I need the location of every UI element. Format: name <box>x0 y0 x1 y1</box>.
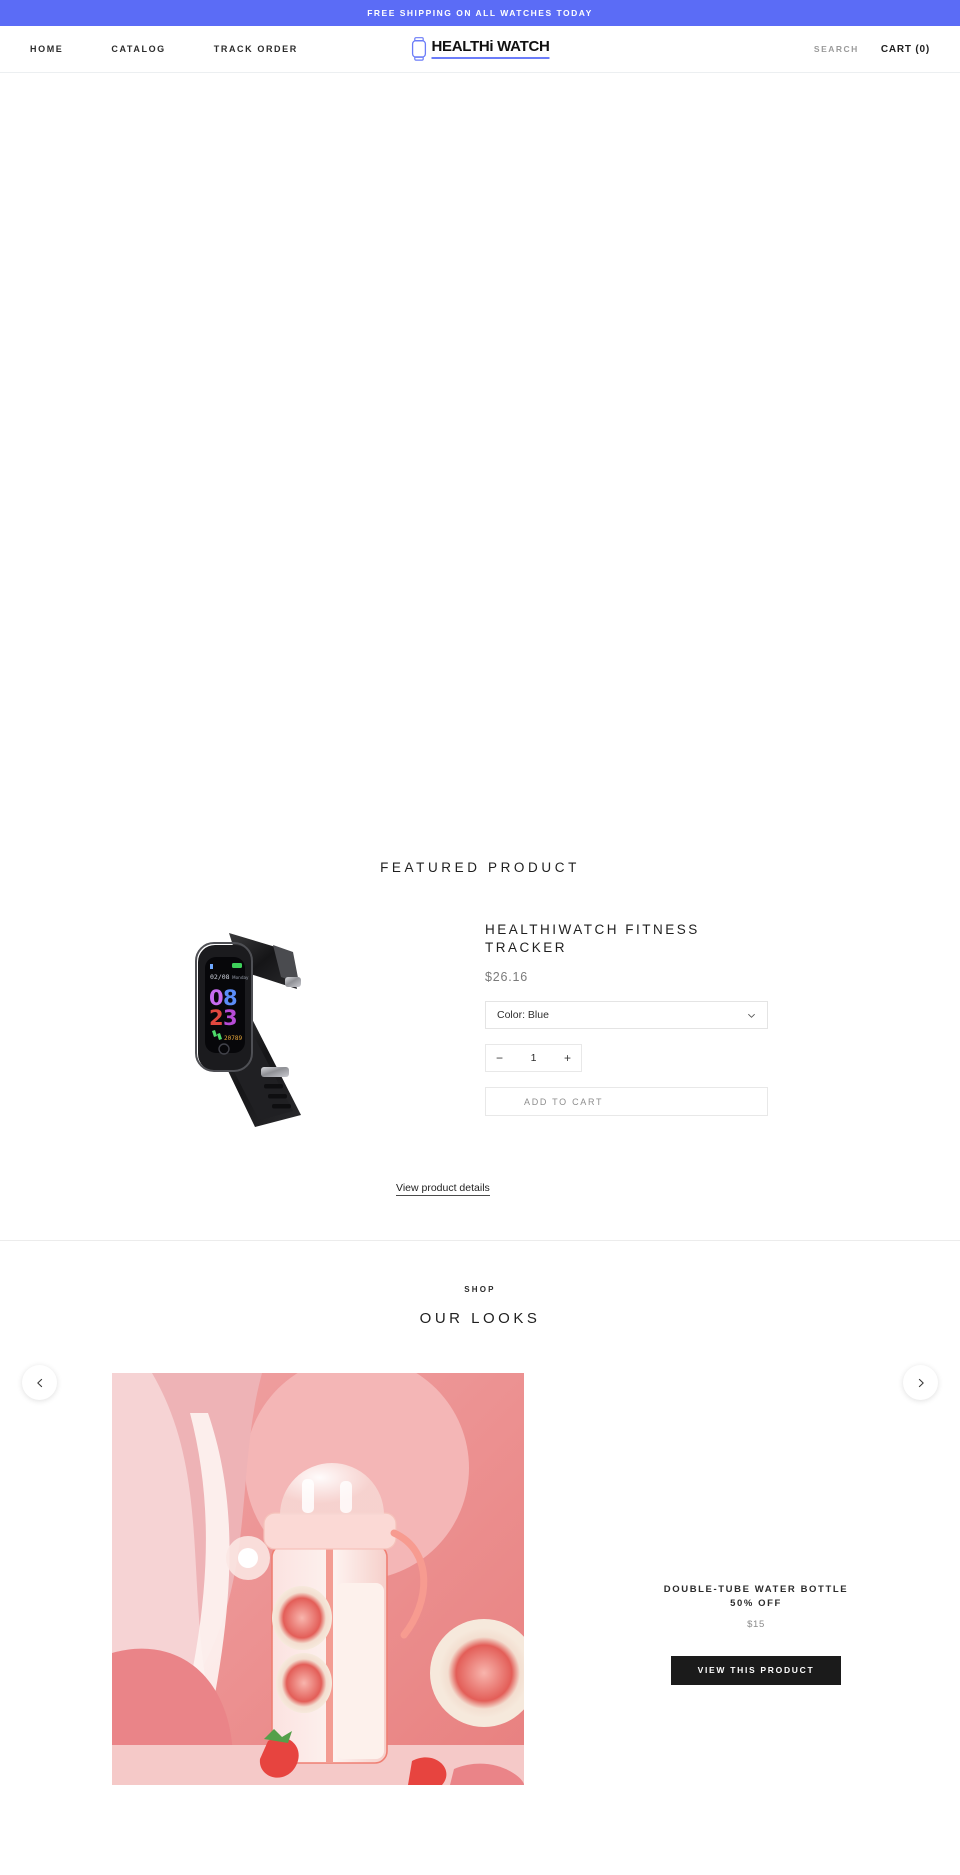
looks-carousel: DOUBLE-TUBE WATER BOTTLE 50% OFF $15 VIE… <box>0 1373 960 1785</box>
carousel-prev-button[interactable] <box>22 1365 57 1400</box>
watch-weekday: Monday <box>232 975 249 980</box>
watch-icon <box>410 37 427 61</box>
watch-date: 02/08 <box>210 973 230 981</box>
quantity-decrease-button[interactable]: − <box>496 1052 503 1064</box>
slide-image[interactable] <box>112 1373 524 1785</box>
site-header: HOME CATALOG TRACK ORDER HEALTHi WATCH S… <box>0 26 960 73</box>
nav-item-home[interactable]: HOME <box>30 44 87 54</box>
featured-product-section: FEATURED PRODUCT 02/08 Monday 0 8 2 3 20… <box>0 850 960 1241</box>
featured-product-info: HEALTHIWATCH FITNESS TRACKER $26.16 Colo… <box>485 921 930 1132</box>
site-logo[interactable]: HEALTHi WATCH <box>410 37 550 61</box>
chevron-down-icon <box>747 1011 756 1020</box>
view-this-product-label: VIEW THIS PRODUCT <box>697 1665 815 1675</box>
variant-select-value: Color: Blue <box>497 1009 549 1022</box>
carousel-next-button[interactable] <box>903 1365 938 1400</box>
header-utilities: SEARCH CART (0) <box>814 44 930 55</box>
watch-minute: 2 <box>209 1006 224 1030</box>
quantity-value[interactable]: 1 <box>531 1052 537 1064</box>
watch-minute2: 3 <box>223 1006 238 1030</box>
featured-section-title: FEATURED PRODUCT <box>380 860 580 875</box>
featured-product-body: 02/08 Monday 0 8 2 3 20789 HEALTHIWATCH … <box>0 921 960 1132</box>
looks-title: OUR LOOKS <box>419 1310 541 1327</box>
primary-navigation: HOME CATALOG TRACK ORDER <box>30 44 322 54</box>
logo-text: HEALTHi WATCH <box>431 38 550 59</box>
slide-product-title: DOUBLE-TUBE WATER BOTTLE 50% OFF <box>663 1584 849 1610</box>
slide-info: DOUBLE-TUBE WATER BOTTLE 50% OFF $15 VIE… <box>524 1373 930 1685</box>
chevron-right-icon <box>916 1378 926 1388</box>
cart-button[interactable]: CART (0) <box>881 44 930 55</box>
view-product-details-link[interactable]: View product details <box>396 1182 490 1196</box>
our-looks-section: SHOP OUR LOOKS DOUBLE-TUBE WATER BOTTLE … <box>0 1241 960 1785</box>
add-to-cart-button[interactable]: ADD TO CART <box>485 1087 768 1117</box>
product-details-link-wrap: View product details <box>0 1178 960 1196</box>
chevron-left-icon <box>35 1378 45 1388</box>
announcement-bar: FREE SHIPPING ON ALL WATCHES TODAY <box>0 0 960 26</box>
quantity-stepper[interactable]: − 1 + <box>485 1044 582 1073</box>
nav-item-catalog[interactable]: CATALOG <box>111 44 189 54</box>
featured-product-image: 02/08 Monday 0 8 2 3 20789 <box>30 921 485 1132</box>
watch-steps: 20789 <box>224 1035 242 1042</box>
product-title: HEALTHIWATCH FITNESS TRACKER <box>485 922 700 955</box>
view-this-product-button[interactable]: VIEW THIS PRODUCT <box>671 1655 841 1685</box>
slide-product-price: $15 <box>747 1618 765 1630</box>
add-to-cart-label: ADD TO CART <box>524 1096 604 1107</box>
hero-section <box>0 73 960 850</box>
variant-select[interactable]: Color: Blue <box>485 1001 768 1030</box>
search-button[interactable]: SEARCH <box>814 44 859 54</box>
quantity-increase-button[interactable]: + <box>564 1052 571 1064</box>
announcement-text: FREE SHIPPING ON ALL WATCHES TODAY <box>367 8 593 18</box>
product-price: $26.16 <box>485 970 529 985</box>
looks-kicker: SHOP <box>464 1285 496 1294</box>
nav-item-track-order[interactable]: TRACK ORDER <box>214 44 322 54</box>
